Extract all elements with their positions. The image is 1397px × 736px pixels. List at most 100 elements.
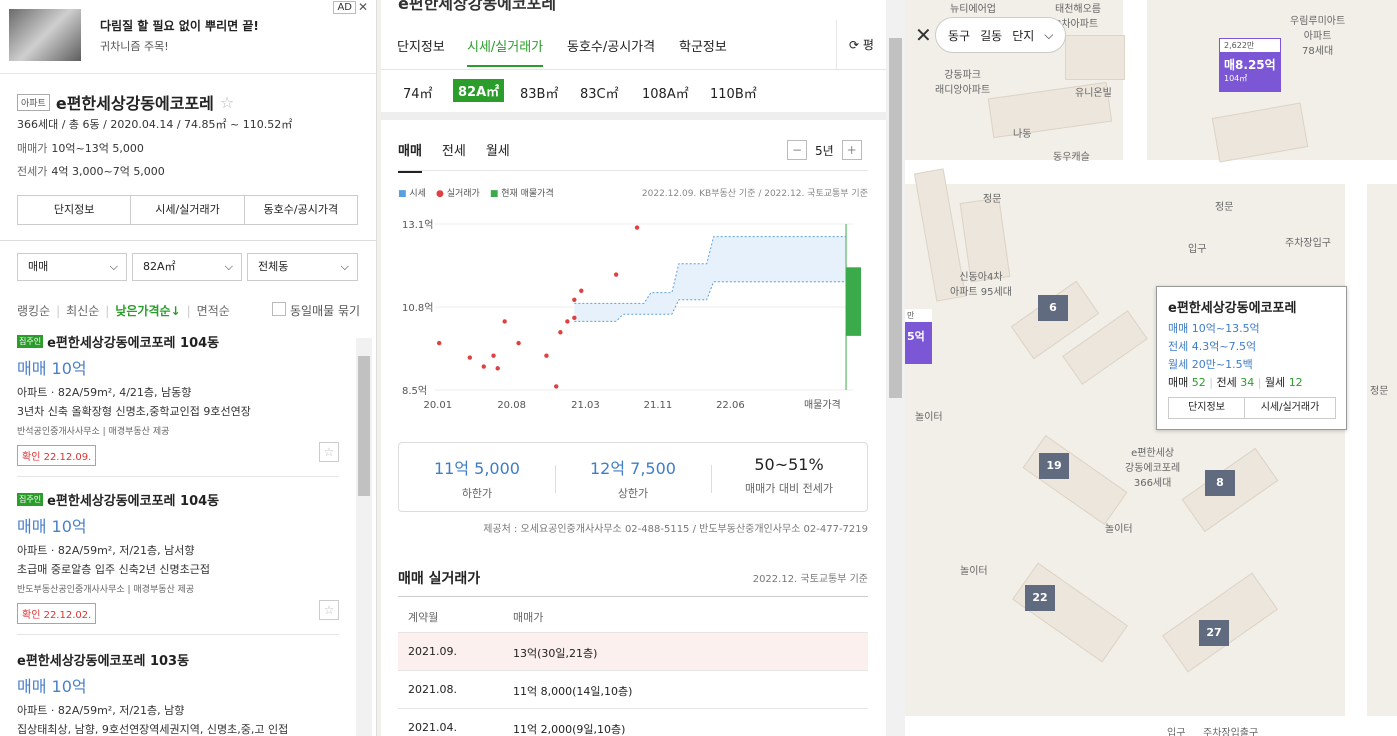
road — [905, 160, 1397, 184]
popup-complex-info-button[interactable]: 단지정보 — [1168, 397, 1245, 419]
sort-options: 랭킹순 | 최신순 | 낮은가격순↓ | 면적순 — [17, 302, 230, 319]
unit-toggle-button[interactable]: ⟳ 평 — [836, 20, 886, 70]
period-minus-button[interactable]: − — [787, 140, 807, 160]
deal-type-select[interactable]: 매매 ⌵ — [17, 253, 127, 281]
road — [1345, 180, 1367, 736]
price-marker-edge[interactable]: 만 5억 — [905, 309, 932, 364]
breadcrumb-complex[interactable]: 단지 — [1012, 27, 1034, 44]
trade-point — [613, 272, 619, 277]
section-title: 매매 실거래가 — [398, 571, 481, 587]
scrollbar-thumb[interactable] — [889, 38, 902, 398]
table-row[interactable]: 2021.04. 11억 2,000(9일,10층) — [398, 708, 868, 736]
bookmark-star-icon[interactable]: ☆ — [319, 442, 339, 462]
area-tab-83c[interactable]: 83C㎡ — [580, 83, 619, 102]
period-value: 5년 — [815, 143, 834, 158]
period-plus-button[interactable]: + — [841, 140, 862, 160]
group-same-checkbox[interactable] — [272, 302, 286, 316]
building — [1065, 35, 1125, 80]
dong-pin[interactable]: 19 — [1039, 453, 1069, 479]
ad-banner[interactable]: 다림질 할 필요 없이 뿌리면 끝! 귀차니즘 주목! AD ✕ — [0, 0, 376, 74]
sort-latest[interactable]: 최신순 — [66, 302, 99, 319]
legend-market-label: 시세 — [409, 189, 426, 199]
list-item[interactable]: e편한세상강동에코포레 103동 매매 10억 아파트 · 82A/59m², … — [17, 650, 339, 736]
owner-badge: 집주인 — [17, 335, 44, 348]
tab-complex-info[interactable]: 단지정보 — [18, 196, 132, 224]
ad-close-icon[interactable]: ✕ — [358, 0, 368, 14]
listing-price: 매매 10억 — [17, 677, 87, 696]
area-tab-83b[interactable]: 83B㎡ — [520, 83, 558, 102]
map-label: 동우캐슬 — [1053, 152, 1090, 163]
dong-pin[interactable]: 27 — [1199, 620, 1229, 646]
trade-point — [491, 353, 496, 358]
listing-agent: 반도부동산공인중개사사무소 | 매경부동산 제공 — [17, 585, 195, 595]
market-band — [574, 236, 847, 322]
dong-select[interactable]: 전체동 ⌵ — [247, 253, 358, 281]
col-month: 계약월 — [408, 611, 439, 624]
divider — [0, 240, 376, 241]
favorite-star-icon[interactable]: ☆ — [220, 93, 234, 112]
map-breadcrumb[interactable]: 동구 길동 단지 ⌵ — [935, 17, 1067, 53]
sort-separator: | — [56, 303, 61, 318]
confirm-date-badge: 확인 22.12.09. — [17, 445, 97, 466]
breadcrumb-dong[interactable]: 길동 — [980, 27, 1002, 44]
sort-area[interactable]: 면적순 — [197, 302, 230, 319]
price-marker[interactable]: 2,622만 매8.25억 104㎡ — [1219, 38, 1281, 92]
sale-price-value: 10억~13억 5,000 — [51, 142, 144, 155]
stat-low-label: 하한가 — [461, 487, 493, 500]
table-row[interactable]: 2021.09. 13억(30일,21층) — [398, 632, 868, 670]
list-divider — [17, 634, 339, 635]
list-item[interactable]: 집주인 e편한세상강동에코포레 104동 매매 10억 아파트 · 82A/59m… — [17, 332, 339, 466]
complex-popup[interactable]: e편한세상강동에코포레 매매 10억~13.5억 전세 4.3억~7.5억 월세… — [1156, 286, 1347, 430]
chart-tab-sale[interactable]: 매매 — [398, 140, 422, 173]
dong-pin[interactable]: 6 — [1038, 295, 1068, 321]
listing-scrollbar[interactable] — [356, 338, 372, 736]
complex-tabs: 단지정보 시세/실거래가 동호수/공시가격 — [17, 195, 358, 225]
tab-price-trades[interactable]: 시세/실거래가 — [467, 36, 544, 67]
dong-pin[interactable]: 8 — [1205, 470, 1235, 496]
building — [1022, 434, 1128, 526]
sort-ranking[interactable]: 랭킹순 — [17, 302, 50, 319]
popup-price-button[interactable]: 시세/실거래가 — [1244, 397, 1336, 419]
sale-price-label: 매매가 — [17, 142, 48, 155]
map-view[interactable]: 뉴티에어업 태천해오름 8차아파트 강동파크 래디앙아파트 유니온빌 동우캐슬 … — [905, 0, 1397, 736]
sort-separator: | — [105, 303, 110, 318]
detail-scrollbar[interactable] — [886, 0, 905, 736]
trade-point — [544, 353, 549, 358]
jeonse-price-label: 전세가 — [17, 165, 48, 178]
tab-complex-info[interactable]: 단지정보 — [397, 36, 445, 55]
tab-unit-official-price[interactable]: 동호수/공시가격 — [245, 196, 357, 224]
trade-point — [516, 340, 521, 346]
chart-tab-underline — [398, 170, 868, 171]
sort-low-price[interactable]: 낮은가격순↓ — [115, 302, 180, 319]
stat-ratio: 50~51% 매매가 대비 전세가 — [711, 455, 867, 496]
area-select[interactable]: 82A㎡ ⌵ — [132, 253, 242, 281]
area-tab-82a[interactable]: 82A㎡ — [453, 79, 505, 102]
marker-size: 104㎡ — [1224, 74, 1248, 83]
chart-tab-jeonse[interactable]: 전세 — [442, 140, 466, 173]
row-price: 11억 2,000(9일,10층) — [513, 723, 626, 736]
tab-unit-official-price[interactable]: 동호수/공시가격 — [567, 36, 655, 55]
bookmark-star-icon[interactable]: ☆ — [319, 600, 339, 620]
tab-school-info[interactable]: 학군정보 — [679, 36, 727, 55]
dong-pin[interactable]: 22 — [1025, 585, 1055, 611]
listing-price: 매매 10억 — [17, 359, 87, 378]
x-tick-label: 21.03 — [571, 400, 600, 411]
listing-detail: 아파트 · 82A/59m², 저/21층, 남서향 — [17, 544, 195, 557]
area-value: 82A㎡ — [143, 260, 176, 273]
list-item[interactable]: 집주인 e편한세상강동에코포레 104동 매매 10억 아파트 · 82A/59m… — [17, 490, 339, 624]
listing-detail: 아파트 · 82A/59m², 4/21층, 남동향 — [17, 386, 192, 399]
close-icon[interactable]: ✕ — [915, 23, 932, 47]
chevron-down-icon: ⌵ — [109, 260, 118, 273]
area-tab-110b[interactable]: 110B㎡ — [710, 83, 757, 102]
breadcrumb-district[interactable]: 동구 — [948, 27, 970, 44]
scrollbar-thumb[interactable] — [358, 356, 370, 496]
y-tick-label: 8.5억 — [402, 385, 427, 397]
chart-tab-monthly[interactable]: 월세 — [486, 140, 510, 173]
listing-list: 집주인 e편한세상강동에코포레 104동 매매 10억 아파트 · 82A/59m… — [0, 330, 355, 736]
map-label: 입구 — [1188, 244, 1207, 255]
map-label: 정문 — [1370, 386, 1389, 397]
area-tab-108a[interactable]: 108A㎡ — [642, 83, 689, 102]
area-tab-74[interactable]: 74㎡ — [403, 83, 433, 102]
tab-price-trades[interactable]: 시세/실거래가 — [131, 196, 245, 224]
table-row[interactable]: 2021.08. 11억 8,000(14일,10층) — [398, 670, 868, 708]
